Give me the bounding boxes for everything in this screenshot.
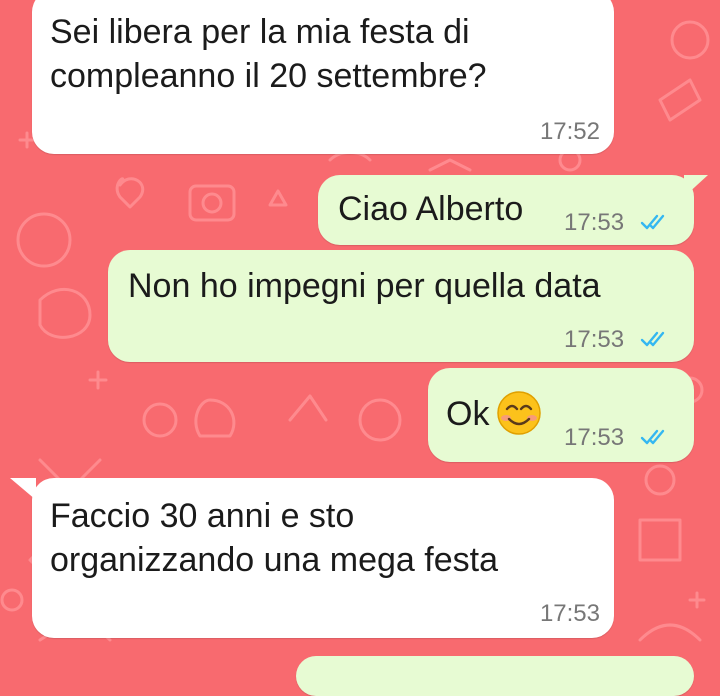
message-timestamp: 17:53 [564, 209, 625, 236]
message-timestamp: 17:53 [539, 600, 600, 627]
bubble-tail [10, 478, 36, 500]
message-bubble-outgoing[interactable]: Non ho impegni per quella data 17:53 [108, 250, 694, 362]
message-text-line: Faccio 30 anni e sto [50, 497, 355, 535]
message-text-line: compleanno il 20 settembre? [50, 57, 487, 95]
message-bubble-incoming[interactable]: Sei libera per la mia festa di compleann… [32, 0, 614, 154]
bubble-tail [684, 175, 708, 197]
read-receipt-icon [640, 331, 665, 347]
read-receipt-icon [640, 214, 665, 230]
message-timestamp: 17:53 [564, 326, 625, 353]
message-bubble-outgoing-partial[interactable] [296, 656, 694, 696]
message-text: Ciao Alberto [338, 190, 524, 228]
message-bubble-outgoing[interactable]: Ciao Alberto 17:53 [318, 175, 694, 245]
read-receipt-icon [640, 429, 665, 445]
message-text: Non ho impegni per quella data [128, 267, 601, 305]
message-text-line: Sei libera per la mia festa di [50, 13, 470, 51]
message-timestamp: 17:52 [539, 118, 600, 145]
message-bubble-outgoing[interactable]: Ok 17:53 [428, 368, 694, 462]
message-timestamp: 17:53 [564, 424, 625, 451]
message-text-line: organizzando una mega festa [50, 541, 498, 579]
message-bubble-incoming[interactable]: Faccio 30 anni e sto organizzando una me… [32, 478, 614, 638]
message-text: Ok [446, 395, 490, 433]
smiling-face-icon [497, 391, 541, 435]
